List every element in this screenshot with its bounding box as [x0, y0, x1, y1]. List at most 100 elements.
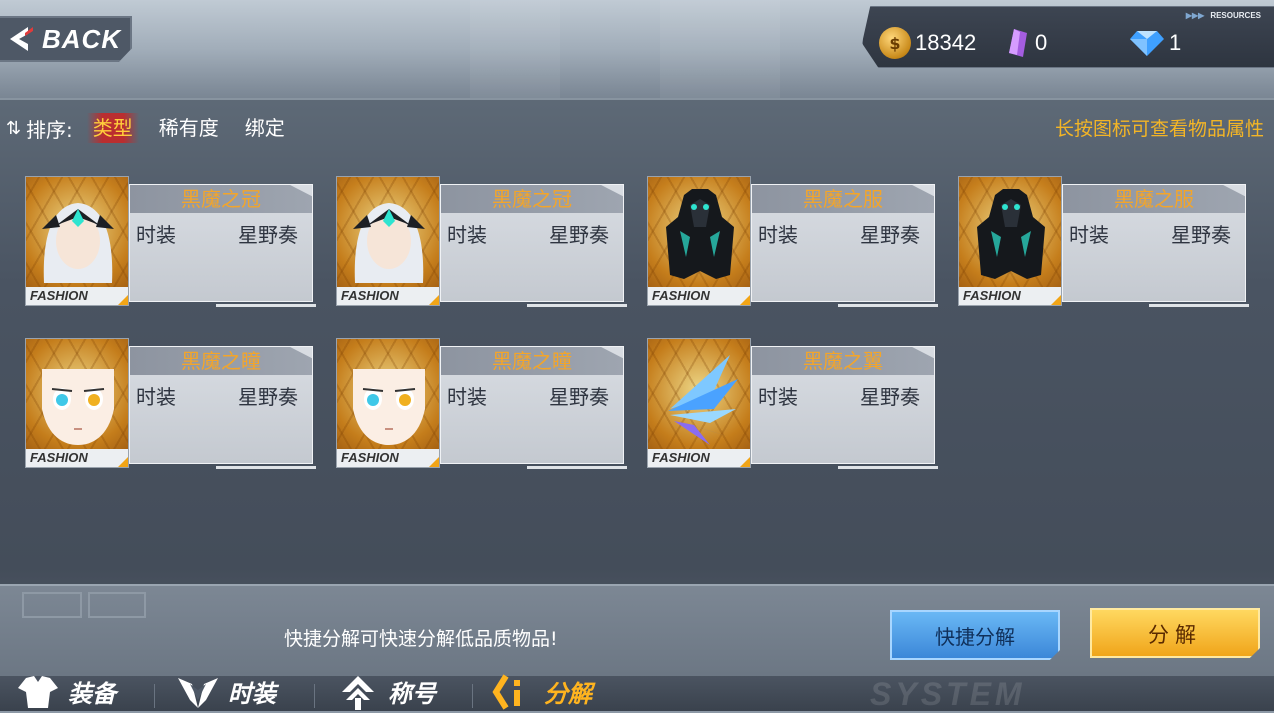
item-card[interactable]: FASHION 黑魔之瞳 时装 星野奏 — [25, 338, 316, 469]
fashion-tag: FASHION — [648, 449, 750, 467]
tab-decompose[interactable]: 分解 — [492, 672, 592, 711]
background-building — [660, 0, 780, 100]
item-name: 黑魔之服 — [752, 185, 934, 213]
footer-panel — [0, 586, 1274, 676]
arrow-up-icon — [342, 675, 374, 710]
item-type: 时装 — [447, 223, 487, 247]
item-owner: 星野奏 — [860, 385, 920, 409]
diamond-value: 1 — [1169, 30, 1182, 55]
item-type: 时装 — [758, 223, 798, 247]
background-building — [470, 0, 560, 100]
decorative-frame — [88, 592, 146, 618]
item-image: FASHION — [25, 338, 129, 468]
item-info: 黑魔之服 时装 星野奏 — [1062, 184, 1249, 307]
tab-separator — [472, 684, 473, 708]
shirt-icon — [18, 675, 58, 708]
resources-arrows-icon: ▶▶▶ — [1185, 11, 1205, 20]
back-arrow-icon — [10, 27, 33, 51]
item-name: 黑魔之瞳 — [441, 347, 623, 375]
quick-decompose-button[interactable]: 快捷分解 — [890, 610, 1060, 660]
wing-icon — [668, 355, 738, 445]
tab-label: 装备 — [68, 680, 116, 708]
rarity-corner — [740, 295, 750, 305]
quick-decompose-hint: 快捷分解可快速分解低品质物品! — [284, 628, 558, 650]
rarity-corner — [429, 457, 439, 467]
eyes-icon — [42, 369, 114, 445]
item-card[interactable]: FASHION 黑魔之冠 时装 星野奏 — [336, 176, 627, 307]
item-card[interactable]: FASHION 黑魔之翼 时装 星野奏 — [647, 338, 938, 469]
item-info: 黑魔之服 时装 星野奏 — [751, 184, 938, 307]
gold-value: 18342 — [915, 30, 977, 55]
item-card[interactable]: FASHION 黑魔之瞳 时装 星野奏 — [336, 338, 627, 469]
item-owner: 星野奏 — [1171, 223, 1231, 247]
item-type: 时装 — [136, 223, 176, 247]
item-name: 黑魔之瞳 — [130, 347, 312, 375]
back-label: BACK — [42, 23, 122, 54]
item-owner: 星野奏 — [860, 223, 920, 247]
item-name: 黑魔之服 — [1063, 185, 1245, 213]
armor-icon — [666, 189, 734, 279]
rarity-corner — [1051, 295, 1061, 305]
header-divider — [0, 98, 1274, 100]
armor-icon — [977, 189, 1045, 279]
fashion-tag: FASHION — [26, 287, 128, 305]
tab-separator — [154, 684, 155, 708]
item-image: FASHION — [958, 176, 1062, 306]
crown-icon — [353, 203, 425, 283]
fashion-tag: FASHION — [648, 287, 750, 305]
fashion-tag: FASHION — [26, 449, 128, 467]
fashion-tag: FASHION — [337, 449, 439, 467]
tab-label: 称号 — [388, 680, 436, 708]
resources-title: RESOURCES — [1210, 11, 1261, 20]
long-press-hint: 长按图标可查看物品属性 — [1054, 118, 1264, 140]
tab-label: 时装 — [228, 680, 276, 708]
system-watermark: SYSTEM — [870, 676, 1026, 712]
tab-fashion[interactable]: 时装 — [176, 672, 276, 711]
item-image: FASHION — [25, 176, 129, 306]
gold-resource[interactable]: $ 18342 — [879, 27, 977, 59]
rarity-corner — [740, 457, 750, 467]
item-owner: 星野奏 — [549, 385, 609, 409]
tab-separator — [314, 684, 315, 708]
sort-label: 排序: — [26, 117, 73, 142]
wing-emblem-icon — [178, 677, 218, 708]
decompose-button[interactable]: 分解 — [1090, 608, 1260, 658]
item-image: FASHION — [647, 338, 751, 468]
resources-panel: ▶▶▶ RESOURCES $ 18342 0 1 — [862, 6, 1274, 68]
item-card[interactable]: FASHION 黑魔之服 时装 星野奏 — [647, 176, 938, 307]
back-button[interactable]: BACK — [0, 16, 132, 62]
diamond-icon — [1130, 31, 1164, 56]
item-image: FASHION — [647, 176, 751, 306]
item-info: 黑魔之冠 时装 星野奏 — [440, 184, 627, 307]
item-name: 黑魔之翼 — [752, 347, 934, 375]
item-info: 黑魔之冠 时装 星野奏 — [129, 184, 316, 307]
item-name: 黑魔之冠 — [130, 185, 312, 213]
fashion-tag: FASHION — [959, 287, 1061, 305]
diamond-resource[interactable]: 1 — [1129, 29, 1181, 57]
eyes-icon — [353, 369, 425, 445]
item-type: 时装 — [447, 385, 487, 409]
rarity-corner — [429, 295, 439, 305]
tab-equipment[interactable]: 装备 — [16, 672, 116, 711]
crystal-icon — [1009, 29, 1027, 57]
sort-option-type[interactable]: 类型 — [86, 113, 139, 143]
item-card[interactable]: FASHION 黑魔之服 时装 星野奏 — [958, 176, 1249, 307]
item-info: 黑魔之瞳 时装 星野奏 — [129, 346, 316, 469]
item-card[interactable]: FASHION 黑魔之冠 时装 星野奏 — [25, 176, 316, 307]
crown-icon — [42, 203, 114, 283]
decorative-frame — [22, 592, 82, 618]
item-info: 黑魔之翼 时装 星野奏 — [751, 346, 938, 469]
sort-option-bound[interactable]: 绑定 — [239, 113, 291, 143]
item-owner: 星野奏 — [238, 385, 298, 409]
item-owner: 星野奏 — [238, 223, 298, 247]
gold-coin-icon: $ — [879, 27, 911, 59]
item-info: 黑魔之瞳 时装 星野奏 — [440, 346, 627, 469]
item-image: FASHION — [336, 176, 440, 306]
item-type: 时装 — [1069, 223, 1109, 247]
crystal-resource[interactable]: 0 — [1005, 29, 1047, 57]
tab-title[interactable]: 称号 — [336, 672, 436, 711]
sort-option-rarity[interactable]: 稀有度 — [153, 113, 225, 143]
item-name: 黑魔之冠 — [441, 185, 623, 213]
tab-label: 分解 — [544, 680, 592, 708]
rarity-corner — [118, 457, 128, 467]
